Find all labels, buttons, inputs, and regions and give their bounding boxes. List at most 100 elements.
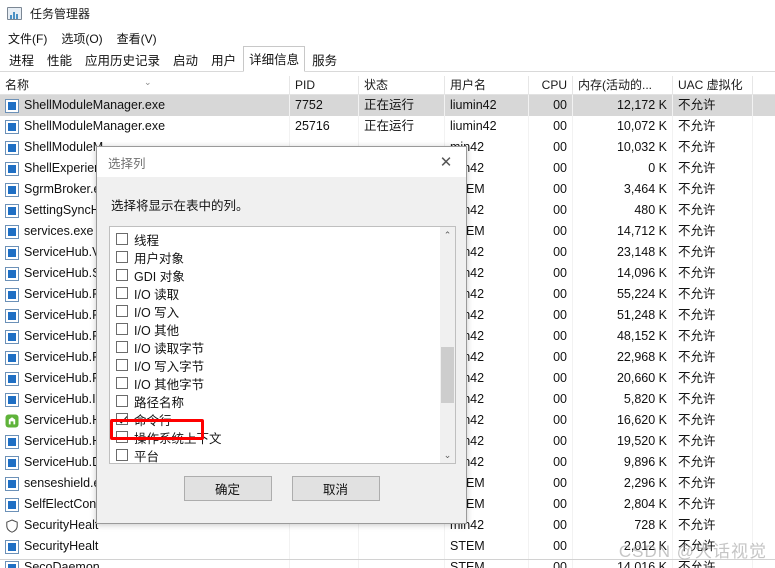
cell-uac: 不允许 xyxy=(673,410,753,431)
column-header-uac[interactable]: UAC 虚拟化 xyxy=(673,76,753,95)
checkbox-icon[interactable] xyxy=(116,323,128,335)
cell-uac: 不允许 xyxy=(673,431,753,452)
checkbox-icon[interactable] xyxy=(116,359,128,371)
checkbox-icon[interactable] xyxy=(116,431,128,443)
cell-process-name: ShellModuleManager.exe xyxy=(0,116,290,137)
column-option-item[interactable]: 平台 xyxy=(110,446,439,463)
cell-process-name: SecurityHealt xyxy=(0,536,290,557)
chevron-up-icon[interactable]: ⌃ xyxy=(440,227,455,243)
process-name-label: ShellModuleManager.exe xyxy=(24,98,166,112)
menu-item-options[interactable]: 选项(O) xyxy=(59,28,108,49)
checkbox-icon[interactable] xyxy=(116,305,128,317)
cell-uac: 不允许 xyxy=(673,368,753,389)
column-header-username[interactable]: 用户名 xyxy=(445,76,529,95)
close-icon[interactable]: ✕ xyxy=(426,147,466,177)
column-option-label: 用户对象 xyxy=(134,251,185,266)
cell-cpu: 00 xyxy=(529,137,573,158)
column-option-label: 平台 xyxy=(134,449,160,464)
chevron-down-icon[interactable]: ⌄ xyxy=(440,447,455,463)
tab-users[interactable]: 用户 xyxy=(205,47,242,72)
tab-startup[interactable]: 启动 xyxy=(167,47,204,72)
exe-icon xyxy=(5,119,19,134)
exe-icon xyxy=(5,98,19,113)
exe-icon xyxy=(5,392,19,407)
tab-details[interactable]: 详细信息 xyxy=(243,46,306,72)
cell-cpu: 00 xyxy=(529,347,573,368)
column-option-item[interactable]: 用户对象 xyxy=(110,248,439,266)
ok-button[interactable]: 确定 xyxy=(183,476,272,501)
checkbox-icon[interactable] xyxy=(116,269,128,281)
scrollbar-thumb[interactable] xyxy=(441,347,454,403)
checkbox-icon[interactable] xyxy=(116,395,128,407)
column-option-item[interactable]: I/O 其他 xyxy=(110,320,439,338)
exe-icon xyxy=(5,245,19,260)
column-header-status[interactable]: 状态 xyxy=(359,76,445,95)
column-header-cpu[interactable]: CPU xyxy=(529,76,573,95)
exe-icon xyxy=(5,497,19,512)
dialog-body: 选择将显示在表中的列。 线程 用户对象 GDI 对象 I/O 读取 I/O 写入 I/O … xyxy=(97,178,466,523)
exe-icon xyxy=(5,455,19,470)
checkbox-icon[interactable] xyxy=(116,341,128,353)
cancel-button[interactable]: 取消 xyxy=(291,476,380,501)
dialog-title-bar: 选择列 ✕ xyxy=(97,147,466,178)
cell-cpu: 00 xyxy=(529,326,573,347)
process-name-label: ServiceHub.D xyxy=(24,455,102,469)
checkbox-icon[interactable] xyxy=(116,251,128,263)
column-option-item[interactable]: I/O 写入 xyxy=(110,302,439,320)
cell-memory: 19,520 K xyxy=(573,431,673,452)
exe-icon xyxy=(5,308,19,323)
column-option-item[interactable]: 路径名称 xyxy=(110,392,439,410)
column-header-memory[interactable]: 内存(活动的... xyxy=(573,76,673,95)
column-option-item[interactable]: I/O 读取字节 xyxy=(110,338,439,356)
column-option-item[interactable]: I/O 其他字节 xyxy=(110,374,439,392)
process-name-label: ShellModuleManager.exe xyxy=(24,119,166,133)
process-name-label: services.exe xyxy=(24,224,94,238)
process-name-label: SgrmBroker.e xyxy=(24,182,101,196)
column-option-item[interactable]: 线程 xyxy=(110,230,439,248)
cell-cpu: 00 xyxy=(529,536,573,557)
cell-cpu: 00 xyxy=(529,431,573,452)
tab-services[interactable]: 服务 xyxy=(306,47,343,72)
column-options-list: 线程 用户对象 GDI 对象 I/O 读取 I/O 写入 I/O 其他 I/O 读取字节 I/… xyxy=(110,227,439,463)
cell-cpu: 00 xyxy=(529,305,573,326)
process-name-label: ShellModuleM xyxy=(24,140,104,154)
column-option-item[interactable]: 操作系统上下文 xyxy=(110,428,439,446)
table-row[interactable]: ShellModuleManager.exe 25716 正在运行 liumin42 0… xyxy=(0,116,775,137)
checkbox-icon[interactable] xyxy=(116,377,128,389)
cell-cpu: 00 xyxy=(529,95,573,116)
checkbox-icon[interactable] xyxy=(116,233,128,245)
cell-uac: 不允许 xyxy=(673,347,753,368)
cell-memory: 2,804 K xyxy=(573,494,673,515)
exe-icon xyxy=(5,539,19,554)
cell-uac: 不允许 xyxy=(673,326,753,347)
cell-memory: 16,620 K xyxy=(573,410,673,431)
listbox-scrollbar[interactable]: ⌃ ⌄ xyxy=(439,227,455,463)
cell-status: 正在运行 xyxy=(359,95,445,116)
exe-icon xyxy=(5,434,19,449)
cell-username: STEM xyxy=(445,536,529,557)
process-name-label: SelfElectContr xyxy=(24,497,104,511)
column-option-item[interactable]: I/O 写入字节 xyxy=(110,356,439,374)
column-option-item[interactable]: I/O 读取 xyxy=(110,284,439,302)
checkbox-icon[interactable] xyxy=(116,287,128,299)
process-name-label: ServiceHub.Se xyxy=(24,266,108,280)
cell-username: liumin42 xyxy=(445,116,529,137)
menu-item-view[interactable]: 查看(V) xyxy=(115,28,163,49)
task-manager-icon xyxy=(7,6,23,22)
dialog-title: 选择列 xyxy=(108,156,146,171)
cell-pid: 7752 xyxy=(290,95,359,116)
cell-pid: 25716 xyxy=(290,116,359,137)
tab-app-history[interactable]: 应用历史记录 xyxy=(79,47,166,72)
checkbox-icon[interactable] xyxy=(116,449,128,461)
column-option-label: 线程 xyxy=(134,233,160,248)
table-row[interactable]: ShellModuleManager.exe 7752 正在运行 liumin42 00… xyxy=(0,95,775,116)
tab-performance[interactable]: 性能 xyxy=(41,47,78,72)
menu-item-file[interactable]: 文件(F) xyxy=(6,28,53,49)
column-header-pid[interactable]: PID xyxy=(290,76,359,95)
checkbox-icon[interactable] xyxy=(116,413,128,425)
tab-processes[interactable]: 进程 xyxy=(3,47,40,72)
exe-icon xyxy=(5,266,19,281)
column-option-item[interactable]: 命令行 xyxy=(110,410,439,428)
cell-cpu: 00 xyxy=(529,473,573,494)
column-option-item[interactable]: GDI 对象 xyxy=(110,266,439,284)
